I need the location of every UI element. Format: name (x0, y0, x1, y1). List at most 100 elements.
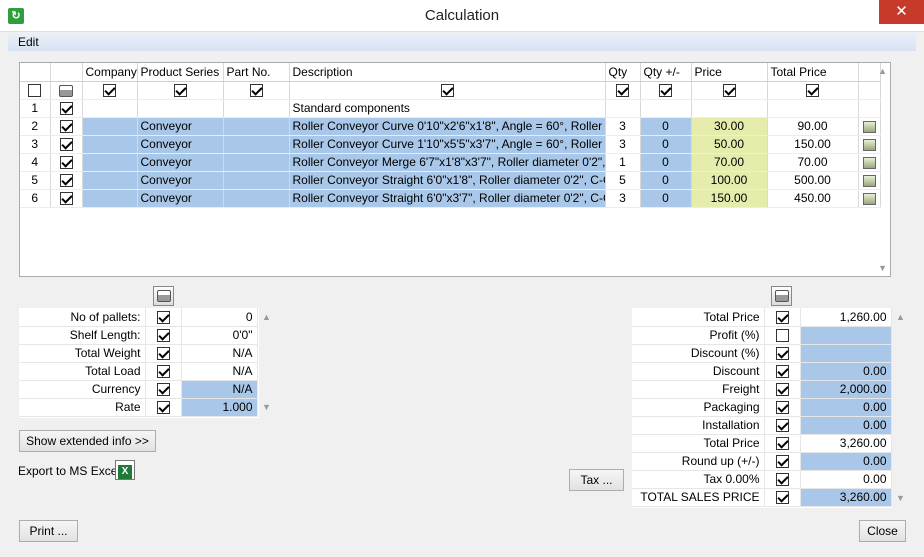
summary-value[interactable]: 0.00 (800, 362, 892, 381)
cell-price[interactable]: 50.00 (691, 135, 768, 154)
property-value[interactable]: 0 (181, 308, 258, 327)
show-part-no-checkbox[interactable] (249, 84, 263, 98)
menu-edit[interactable]: Edit (18, 35, 39, 49)
cell-qty-adjust[interactable]: 0 (640, 153, 692, 172)
summary-value[interactable] (800, 344, 892, 363)
table-row[interactable]: 5 Conveyor Roller Conveyor Straight 6'0"x1… (20, 171, 881, 190)
show-description-checkbox[interactable] (440, 84, 454, 98)
summary-checkbox[interactable] (775, 310, 789, 324)
cell-part-no[interactable] (223, 117, 290, 136)
summary-checkbox[interactable] (775, 455, 789, 469)
cell-qty-adjust[interactable]: 0 (640, 117, 692, 136)
cell-product-series[interactable]: Conveyor (137, 153, 224, 172)
print-button[interactable]: Print ... (19, 520, 78, 542)
cell-part-no[interactable] (223, 153, 290, 172)
summary-checkbox[interactable] (775, 491, 789, 505)
window-close-button[interactable]: ✕ (879, 0, 924, 24)
summary-value[interactable]: 0.00 (800, 398, 892, 417)
cell-part-no[interactable] (223, 171, 290, 190)
cell-product-series[interactable]: Conveyor (137, 189, 224, 208)
header-description[interactable]: Description (289, 63, 606, 82)
header-part-no[interactable]: Part No. (223, 63, 290, 82)
header-qty-adjust[interactable]: Qty +/- (640, 63, 692, 82)
cell-part-no[interactable] (223, 189, 290, 208)
summary-checkbox[interactable] (775, 473, 789, 487)
show-qty-checkbox[interactable] (616, 84, 629, 98)
row-detail-icon[interactable] (862, 156, 876, 169)
cell-part-no[interactable] (223, 99, 290, 118)
cell-price[interactable]: 150.00 (691, 189, 768, 208)
header-total-price[interactable]: Total Price (767, 63, 859, 82)
table-row[interactable]: 3 Conveyor Roller Conveyor Curve 1'10"x5'5… (20, 135, 881, 154)
summary-value[interactable]: 3,260.00 (800, 488, 892, 507)
summary-checkbox[interactable] (775, 347, 789, 361)
cell-company[interactable] (82, 135, 138, 154)
summary-checkbox[interactable] (775, 419, 789, 433)
cell-price[interactable]: 70.00 (691, 153, 768, 172)
cell-description[interactable]: Roller Conveyor Straight 6'0"x1'8", Roll… (289, 171, 606, 190)
summary-value[interactable]: 0.00 (800, 416, 892, 435)
cell-qty-adjust[interactable]: 0 (640, 189, 692, 208)
summary-value[interactable] (800, 326, 892, 345)
property-value[interactable]: 0'0" (181, 326, 258, 345)
cell-product-series[interactable] (137, 99, 224, 118)
cell-qty[interactable] (605, 99, 641, 118)
left-print-button[interactable] (153, 286, 174, 306)
cell-price[interactable]: 30.00 (691, 117, 768, 136)
cell-product-series[interactable]: Conveyor (137, 117, 224, 136)
cell-qty[interactable]: 5 (605, 171, 641, 190)
summary-checkbox[interactable] (775, 437, 789, 451)
summary-value[interactable]: 2,000.00 (800, 380, 892, 399)
cell-company[interactable] (82, 99, 138, 118)
cell-description[interactable]: Standard components (289, 99, 606, 118)
print-column-icon[interactable] (59, 84, 73, 97)
row-detail-icon[interactable] (862, 138, 876, 151)
property-checkbox[interactable] (156, 310, 170, 324)
close-button[interactable]: Close (859, 520, 906, 542)
row-detail-icon[interactable] (862, 174, 876, 187)
row-include-checkbox[interactable] (59, 192, 73, 206)
cell-part-no[interactable] (223, 135, 290, 154)
property-value[interactable]: N/A (181, 380, 258, 399)
cell-price[interactable]: 100.00 (691, 171, 768, 190)
cell-qty-adjust[interactable]: 0 (640, 135, 692, 154)
cell-description[interactable]: Roller Conveyor Curve 0'10"x2'6"x1'8", A… (289, 117, 606, 136)
summary-value[interactable]: 0.00 (800, 452, 892, 471)
excel-export-button[interactable]: X (115, 460, 135, 480)
row-include-checkbox[interactable] (59, 174, 73, 188)
left-scroll-up-icon[interactable]: ▲ (262, 312, 271, 322)
show-qty-adjust-checkbox[interactable] (659, 84, 672, 98)
row-detail-icon[interactable] (862, 192, 876, 205)
summary-value[interactable]: 0.00 (800, 470, 892, 489)
summary-value[interactable]: 3,260.00 (800, 434, 892, 453)
header-price[interactable]: Price (691, 63, 768, 82)
cell-qty[interactable]: 3 (605, 117, 641, 136)
cell-product-series[interactable]: Conveyor (137, 171, 224, 190)
row-include-checkbox[interactable] (59, 120, 73, 134)
row-detail-icon[interactable] (862, 120, 876, 133)
row-include-checkbox[interactable] (59, 102, 73, 116)
property-checkbox[interactable] (156, 383, 170, 397)
table-row[interactable]: 2 Conveyor Roller Conveyor Curve 0'10"x2'6… (20, 117, 881, 136)
cell-company[interactable] (82, 171, 138, 190)
cell-qty[interactable]: 3 (605, 189, 641, 208)
summary-checkbox[interactable] (775, 383, 789, 397)
cell-company[interactable] (82, 117, 138, 136)
show-company-checkbox[interactable] (103, 84, 116, 98)
table-row[interactable]: 4 Conveyor Roller Conveyor Merge 6'7"x1'8"… (20, 153, 881, 172)
table-row[interactable]: 6 Conveyor Roller Conveyor Straight 6'0"x3… (20, 189, 881, 208)
right-scroll-up-icon[interactable]: ▲ (896, 312, 905, 322)
property-checkbox[interactable] (156, 347, 170, 361)
grid-scroll-down-icon[interactable]: ▼ (878, 263, 887, 273)
row-include-checkbox[interactable] (59, 138, 73, 152)
show-price-checkbox[interactable] (722, 84, 736, 98)
grid-scroll-up-icon[interactable]: ▲ (878, 66, 887, 76)
cell-qty-adjust[interactable]: 0 (640, 171, 692, 190)
property-value[interactable]: 1.000 (181, 398, 258, 417)
header-qty[interactable]: Qty (605, 63, 641, 82)
summary-checkbox[interactable] (775, 365, 789, 379)
tax-button[interactable]: Tax ... (569, 469, 624, 491)
summary-checkbox[interactable] (775, 401, 789, 415)
cell-company[interactable] (82, 153, 138, 172)
select-all-checkbox[interactable] (28, 84, 42, 98)
